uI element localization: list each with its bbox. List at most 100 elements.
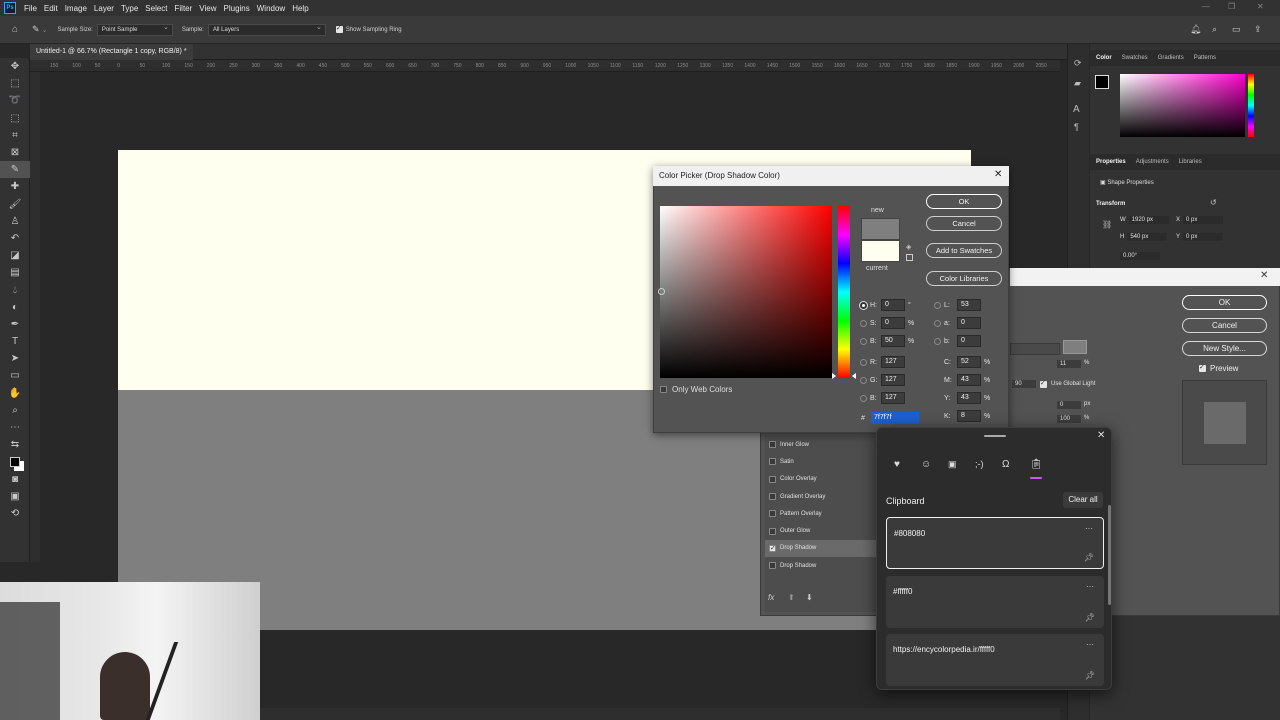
show-sampling-ring-checkbox[interactable] bbox=[335, 24, 343, 33]
home-icon[interactable]: ⌂ bbox=[12, 24, 18, 35]
only-web-colors-checkbox[interactable] bbox=[660, 386, 667, 393]
gradient-tool-icon[interactable]: ▤ bbox=[0, 264, 30, 281]
crop-tool-icon[interactable]: ⌗ bbox=[0, 127, 30, 144]
quick-mask-icon[interactable]: ◙ bbox=[0, 471, 30, 488]
only-web-colors-option[interactable]: Only Web Colors bbox=[660, 385, 732, 394]
comments-icon[interactable]: ▰ bbox=[1074, 78, 1081, 89]
field-k[interactable]: K: 8% bbox=[944, 410, 990, 422]
g-radio[interactable] bbox=[860, 376, 867, 384]
style-item[interactable]: Inner Glow bbox=[765, 436, 877, 453]
layer-style-cancel-button[interactable]: Cancel bbox=[1182, 318, 1267, 333]
kaomoji-icon[interactable]: ;-) bbox=[975, 459, 984, 469]
screen-mode-icon[interactable]: ▣ bbox=[0, 488, 30, 505]
field-s[interactable]: S: 0% bbox=[860, 317, 914, 329]
more-tools-icon[interactable]: ⋯ bbox=[0, 419, 30, 436]
zoom-tool-icon[interactable]: ⌕ bbox=[0, 402, 30, 419]
marquee-tool-icon[interactable]: ⬚ bbox=[0, 75, 30, 92]
foreground-background-color-icon[interactable] bbox=[0, 453, 30, 470]
blur-tool-icon[interactable]: 💧︎ bbox=[0, 281, 30, 298]
style-item[interactable]: Drop Shadow bbox=[765, 539, 877, 558]
b-lab-radio[interactable] bbox=[934, 337, 941, 345]
menu-layer[interactable]: Layer bbox=[94, 4, 114, 13]
menu-edit[interactable]: Edit bbox=[44, 4, 58, 13]
style-item[interactable]: Satin bbox=[765, 453, 877, 470]
opacity-field[interactable]: 11% bbox=[1057, 360, 1089, 368]
l-radio[interactable] bbox=[934, 301, 941, 309]
tab-patterns[interactable]: Patterns bbox=[1194, 55, 1216, 61]
search-icon[interactable]: ⌕ bbox=[1212, 24, 1217, 35]
web-safe-icon[interactable] bbox=[906, 254, 913, 261]
clipboard-item[interactable]: #fffff0 ··· 📌︎ bbox=[886, 576, 1104, 628]
field-b-blue[interactable]: B: 127 bbox=[860, 392, 908, 404]
color-panel-field[interactable] bbox=[1120, 74, 1245, 137]
tab-swatches[interactable]: Swatches bbox=[1122, 55, 1148, 61]
pen-tool-icon[interactable]: ✒ bbox=[0, 316, 30, 333]
swap-colors-icon[interactable]: ⇆ bbox=[0, 436, 30, 453]
more-options-icon[interactable]: ··· bbox=[1086, 640, 1094, 649]
object-select-tool-icon[interactable]: ⬚ bbox=[0, 110, 30, 127]
y-field[interactable]: Y0 px bbox=[1176, 233, 1224, 241]
menu-filter[interactable]: Filter bbox=[175, 4, 193, 13]
out-of-gamut-icon[interactable]: ◈ bbox=[906, 243, 911, 251]
angle-field[interactable]: 0.00° bbox=[1120, 252, 1160, 260]
symbols-icon[interactable]: Ω bbox=[1002, 459, 1009, 470]
color-picker-close-icon[interactable]: ✕ bbox=[994, 169, 1002, 180]
type-tool-icon[interactable]: T bbox=[0, 333, 30, 350]
cancel-button[interactable]: Cancel bbox=[926, 216, 1002, 231]
menu-file[interactable]: File bbox=[24, 4, 37, 13]
bell-icon[interactable]: 🔔︎ bbox=[1190, 24, 1201, 35]
minimize-icon[interactable]: — bbox=[1202, 2, 1210, 11]
s-radio[interactable] bbox=[860, 319, 867, 327]
move-down-icon[interactable]: ⬇ bbox=[806, 593, 813, 602]
hand-tool-icon[interactable]: ✋ bbox=[0, 385, 30, 402]
clear-all-button[interactable]: Clear all bbox=[1063, 492, 1103, 508]
brightness-radio[interactable] bbox=[860, 337, 867, 345]
lasso-tool-icon[interactable]: ➰ bbox=[0, 92, 30, 109]
menu-image[interactable]: Image bbox=[65, 4, 87, 13]
style-item[interactable]: Pattern Overlay bbox=[765, 505, 877, 522]
b-blue-radio[interactable] bbox=[860, 394, 867, 402]
menu-help[interactable]: Help bbox=[292, 4, 308, 13]
eraser-tool-icon[interactable]: ◪ bbox=[0, 247, 30, 264]
tab-libraries[interactable]: Libraries bbox=[1179, 159, 1202, 165]
path-select-tool-icon[interactable]: ➤ bbox=[0, 350, 30, 367]
sample-size-select[interactable]: Point Sample bbox=[96, 23, 173, 36]
dodge-tool-icon[interactable]: ◐ bbox=[0, 299, 30, 316]
horizontal-scrollbar[interactable] bbox=[260, 708, 1060, 720]
drag-handle[interactable] bbox=[984, 435, 1006, 437]
tab-gradients[interactable]: Gradients bbox=[1158, 55, 1184, 61]
width-field[interactable]: W 1920 px bbox=[1120, 216, 1169, 224]
tab-adjustments[interactable]: Adjustments bbox=[1136, 159, 1169, 165]
tab-color[interactable]: Color bbox=[1096, 55, 1112, 61]
hex-field[interactable]: #7f7f7f bbox=[861, 412, 919, 424]
style-item[interactable]: Outer Glow bbox=[765, 522, 877, 539]
emoji-icon[interactable]: ☺ bbox=[921, 459, 931, 470]
more-options-icon[interactable]: ··· bbox=[1086, 582, 1094, 591]
field-r[interactable]: R: 127 bbox=[860, 356, 908, 368]
blend-mode-select[interactable] bbox=[1010, 343, 1060, 355]
style-checkbox[interactable] bbox=[769, 544, 776, 552]
edit-toolbar-icon[interactable]: ⟲ bbox=[0, 505, 30, 522]
foreground-swatch[interactable] bbox=[1095, 75, 1109, 89]
hue-slider[interactable] bbox=[838, 206, 850, 378]
preview-option[interactable]: Preview bbox=[1199, 363, 1238, 373]
sample-select[interactable]: All Layers bbox=[207, 23, 326, 36]
a-radio[interactable] bbox=[934, 319, 941, 327]
sticker-icon[interactable]: ♥ bbox=[894, 459, 900, 470]
field-m[interactable]: M: 43% bbox=[944, 374, 990, 386]
close-window-icon[interactable]: ✕ bbox=[1257, 2, 1264, 11]
color-panel-hue-slider[interactable] bbox=[1248, 74, 1254, 137]
eyedropper-tool-icon[interactable]: ✎ bbox=[0, 161, 30, 179]
layer-style-ok-button[interactable]: OK bbox=[1182, 295, 1267, 310]
move-tool-icon[interactable]: ✥ bbox=[0, 58, 30, 75]
style-checkbox[interactable] bbox=[769, 493, 776, 501]
hex-input[interactable]: 7f7f7f bbox=[871, 412, 919, 424]
clipboard-item[interactable]: https://encycolorpedia.ir/fffff0 ··· 📌︎ bbox=[886, 634, 1104, 686]
paragraph-icon[interactable]: ¶ bbox=[1074, 122, 1079, 132]
reset-icon[interactable]: ↺ bbox=[1210, 198, 1217, 207]
clone-stamp-tool-icon[interactable]: ♙ bbox=[0, 213, 30, 230]
style-checkbox[interactable] bbox=[769, 475, 776, 483]
more-options-icon[interactable]: ··· bbox=[1085, 524, 1093, 533]
eyedropper-icon[interactable]: ✎ bbox=[32, 24, 40, 35]
link-icon[interactable]: ⛓ bbox=[1102, 220, 1112, 229]
